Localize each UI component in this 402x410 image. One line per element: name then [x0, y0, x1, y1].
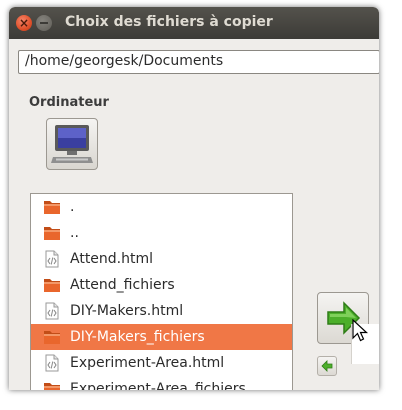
file-chooser-dialog: × Choix des fichiers à copier /home/geor…: [9, 7, 379, 390]
html-file-icon: [45, 354, 59, 372]
file-name: ..: [70, 225, 79, 241]
file-list-item[interactable]: .: [31, 194, 292, 220]
file-name: Experiment-Area_fichiers: [70, 381, 246, 390]
minimize-icon[interactable]: [36, 15, 52, 31]
file-list-item[interactable]: Experiment-Area_fichiers: [31, 376, 292, 390]
file-name: Attend.html: [70, 251, 154, 267]
folder-icon: [44, 227, 60, 240]
location-path-field[interactable]: /home/georgesk/Documents: [18, 50, 379, 74]
file-name: .: [70, 199, 75, 215]
file-list-item[interactable]: ..: [31, 220, 292, 246]
folder-icon: [44, 201, 60, 214]
file-list-item[interactable]: DIY-Makers.html: [31, 298, 292, 324]
close-icon[interactable]: ×: [16, 15, 32, 31]
computer-icon: [51, 125, 93, 163]
remove-files-button[interactable]: [317, 356, 337, 376]
places-label: Ordinateur: [29, 95, 109, 110]
html-file-icon: [45, 250, 59, 268]
html-file-icon: [45, 302, 59, 320]
arrow-left-icon: [321, 360, 333, 372]
mouse-cursor-icon: [352, 319, 369, 342]
folder-icon: [44, 383, 60, 390]
folder-icon: [44, 331, 60, 344]
computer-place-button[interactable]: [46, 118, 98, 170]
file-list-item[interactable]: Attend.html: [31, 246, 292, 272]
file-list[interactable]: ... Attend.html Attend_fichiers DIY-Makers.…: [30, 193, 293, 390]
folder-icon: [44, 279, 60, 292]
title-bar[interactable]: × Choix des fichiers à copier: [9, 7, 379, 39]
file-name: DIY-Makers_fichiers: [70, 329, 205, 345]
file-list-item[interactable]: DIY-Makers_fichiers: [31, 324, 292, 350]
file-name: DIY-Makers.html: [70, 303, 184, 319]
file-name: Experiment-Area.html: [70, 355, 225, 371]
file-name: Attend_fichiers: [70, 277, 175, 293]
file-list-item[interactable]: Attend_fichiers: [31, 272, 292, 298]
window-title: Choix des fichiers à copier: [65, 14, 273, 30]
file-list-item[interactable]: Experiment-Area.html: [31, 350, 292, 376]
